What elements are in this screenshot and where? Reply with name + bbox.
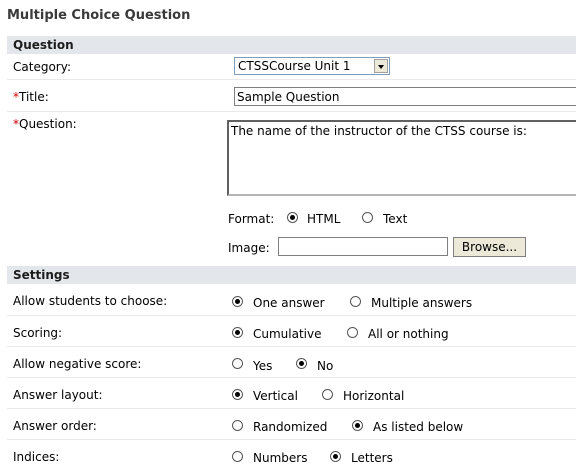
indices-numbers-radio[interactable] bbox=[232, 451, 243, 462]
choose-one-radio[interactable] bbox=[232, 296, 243, 307]
scoring-cumulative-radio[interactable] bbox=[232, 327, 243, 338]
layout-horizontal-label: Horizontal bbox=[343, 389, 405, 403]
layout-vertical-label: Vertical bbox=[253, 389, 298, 403]
question-label-wrap: *Question: bbox=[13, 117, 77, 131]
category-select[interactable]: CTSSCourse Unit 1 bbox=[234, 57, 390, 75]
scoring-all-label: All or nothing bbox=[368, 327, 449, 341]
negative-yes-radio[interactable] bbox=[232, 358, 243, 369]
choose-label: Allow students to choose: bbox=[13, 294, 168, 308]
negative-no-label: No bbox=[317, 359, 334, 373]
question-textarea[interactable]: The name of the instructor of the CTSS c… bbox=[227, 120, 576, 196]
format-text-label: Text bbox=[383, 212, 408, 226]
format-html-label: HTML bbox=[307, 212, 341, 226]
scoring-label: Scoring: bbox=[13, 326, 63, 340]
settings-section-header: Settings bbox=[7, 266, 576, 284]
order-listed-label: As listed below bbox=[373, 420, 464, 434]
negative-label: Allow negative score: bbox=[13, 357, 142, 371]
chevron-down-icon[interactable] bbox=[374, 59, 388, 73]
title-row: *Title: Sample Question bbox=[7, 86, 576, 112]
page-title: Multiple Choice Question bbox=[7, 8, 191, 23]
category-label: Category: bbox=[13, 60, 71, 74]
category-row: Category: CTSSCourse Unit 1 bbox=[7, 56, 576, 80]
indices-numbers-label: Numbers bbox=[253, 451, 308, 465]
choose-multi-radio[interactable] bbox=[350, 296, 361, 307]
choose-one-label: One answer bbox=[253, 296, 325, 310]
layout-vertical-radio[interactable] bbox=[232, 389, 243, 400]
order-listed-radio[interactable] bbox=[352, 420, 363, 431]
layout-label: Answer layout: bbox=[13, 388, 103, 402]
category-value: CTSSCourse Unit 1 bbox=[238, 59, 351, 73]
order-random-label: Randomized bbox=[253, 420, 328, 434]
image-path-input[interactable] bbox=[278, 237, 448, 256]
indices-letters-radio[interactable] bbox=[330, 451, 341, 462]
indices-label: Indices: bbox=[13, 450, 60, 464]
choose-multi-label: Multiple answers bbox=[371, 296, 473, 310]
layout-horizontal-radio[interactable] bbox=[322, 389, 333, 400]
order-label: Answer order: bbox=[13, 419, 97, 433]
indices-letters-label: Letters bbox=[351, 451, 393, 465]
scoring-all-radio[interactable] bbox=[347, 327, 358, 338]
format-label: Format: bbox=[228, 212, 275, 226]
negative-no-radio[interactable] bbox=[296, 358, 307, 369]
question-value: The name of the instructor of the CTSS c… bbox=[231, 124, 527, 138]
title-label-wrap: *Title: bbox=[13, 90, 49, 104]
format-html-radio[interactable] bbox=[287, 212, 298, 223]
order-random-radio[interactable] bbox=[232, 420, 243, 431]
negative-yes-label: Yes bbox=[253, 359, 273, 373]
title-input[interactable]: Sample Question bbox=[234, 87, 576, 106]
format-text-radio[interactable] bbox=[362, 212, 373, 223]
question-label: Question: bbox=[19, 117, 77, 131]
question-section-header: Question bbox=[7, 36, 576, 54]
scoring-cumulative-label: Cumulative bbox=[253, 327, 322, 341]
negative-row: Allow negative score: bbox=[7, 348, 576, 378]
browse-button[interactable]: Browse... bbox=[453, 237, 526, 257]
title-value: Sample Question bbox=[237, 90, 340, 104]
title-label: Title: bbox=[19, 90, 49, 104]
image-label: Image: bbox=[228, 241, 270, 255]
